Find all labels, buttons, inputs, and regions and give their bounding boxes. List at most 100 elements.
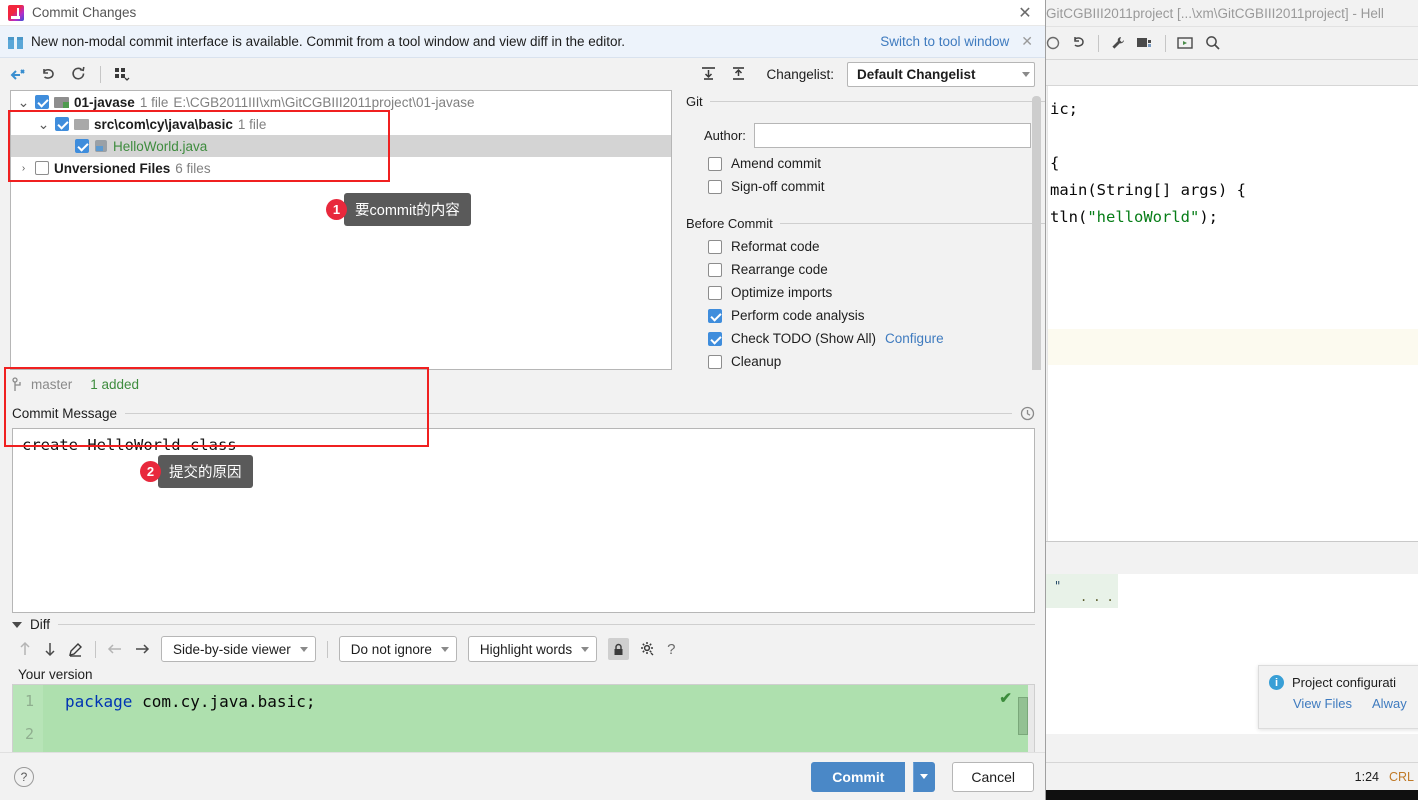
tree-collapse-arrow-icon[interactable]: › [17,163,30,174]
tree-row[interactable]: ⌄ 01-javase 1 file E:\CGB2011III\xm\GitCGBI… [11,91,671,113]
option-label: Amend commit [731,156,822,171]
close-icon[interactable]: ✕ [1013,1,1037,25]
option-label: Sign-off commit [731,179,825,194]
bg-notification-view-files-link[interactable]: View Files [1293,696,1352,711]
bg-tab-strip[interactable] [1040,60,1418,86]
option-checkbox[interactable] [708,331,722,346]
tree-row[interactable]: › Unversioned Files 6 files [11,157,671,179]
option-label: Check TODO (Show All) [731,331,877,346]
option-checkbox[interactable] [708,179,722,194]
switch-to-tool-window-link[interactable]: Switch to tool window [880,34,1009,49]
undo-icon[interactable] [1071,35,1087,51]
toolbar-separator [100,65,101,83]
collapse-all-icon[interactable] [730,66,747,82]
bg-caret-position[interactable]: 1:24 [1355,770,1379,784]
banner-close-icon[interactable]: ✕ [1017,33,1037,50]
history-clock-icon[interactable] [1020,406,1035,421]
commit-options-panel[interactable]: Git Author: Amend commit Sign-off commit … [672,90,1045,370]
bg-code-line: { [1050,154,1060,172]
bg-snippet-dots: ... [1080,590,1120,604]
dialog-title: Commit Changes [32,5,137,20]
changes-toolbar[interactable]: Changelist: Default Changelist [0,58,1045,90]
option-row[interactable]: Cleanup [708,354,1045,369]
bg-notification-always-link[interactable]: Alway [1372,696,1407,711]
expand-all-icon[interactable] [700,66,717,82]
changes-and-options: ⌄ 01-javase 1 file E:\CGB2011III\xm\GitCGBI… [0,90,1045,370]
arrow-left-icon[interactable] [107,642,123,656]
bg-code-line: tln("helloWorld"); [1050,208,1218,226]
annotation-1: 1 要commit的内容 [326,193,471,226]
edit-pencil-icon[interactable] [68,641,84,657]
author-input[interactable] [753,123,1031,148]
option-row[interactable]: Sign-off commit [708,179,1045,194]
revert-icon[interactable] [40,66,57,82]
run-icon[interactable] [1177,36,1194,50]
annotation-1-badge: 1 [326,199,347,220]
diff-toolbar[interactable]: Side-by-side viewer Do not ignore Highli… [0,632,1045,666]
ignore-mode-dropdown[interactable]: Do not ignore [338,636,457,662]
arrow-up-icon[interactable] [18,641,32,657]
highlight-mode-dropdown[interactable]: Highlight words [467,636,598,662]
tree-expand-arrow-icon[interactable]: ⌄ [37,117,50,131]
bg-line-separator[interactable]: CRL [1389,770,1414,784]
bg-code-editor[interactable]: ic; {main(String[] args) {tln("helloWorl… [1040,86,1418,541]
option-checkbox[interactable] [708,156,722,171]
option-checkbox[interactable] [708,239,722,254]
options-scrollbar-thumb[interactable] [1032,96,1041,370]
option-checkbox[interactable] [708,308,722,323]
git-section-header: Git [686,94,1045,109]
lock-icon[interactable] [608,638,630,660]
tree-row[interactable]: ⌄ src\com\cy\java\basic 1 file [11,113,671,135]
bg-taskbar [1040,790,1418,800]
arrow-down-icon[interactable] [43,641,57,657]
option-row[interactable]: Amend commit [708,156,1045,171]
changed-files-tree[interactable]: ⌄ 01-javase 1 file E:\CGB2011III\xm\GitCGBI… [10,90,672,370]
tree-expand-arrow-icon[interactable]: ⌄ [17,95,30,109]
commit-changes-dialog: Commit Changes ✕ New non-modal commit in… [0,0,1046,800]
cancel-button[interactable]: Cancel [952,761,1034,792]
refresh-icon[interactable] [70,66,87,82]
option-checkbox[interactable] [708,354,722,369]
project-icon[interactable] [1137,36,1154,50]
chevron-down-icon[interactable] [12,621,22,628]
option-row[interactable]: Rearrange code [708,262,1045,277]
bg-panel-strip [1040,542,1418,574]
highlight-mode-value: Highlight words [479,641,573,657]
group-by-icon[interactable] [114,66,131,82]
commit-button[interactable]: Commit [811,761,906,792]
tree-row-name: 01-javase [74,94,135,110]
arrow-right-icon[interactable] [134,642,150,656]
question-mark-icon[interactable]: ? [667,641,675,658]
option-checkbox[interactable] [708,285,722,300]
banner-message: New non-modal commit interface is availa… [31,34,626,49]
tree-row-count: 6 files [175,160,211,176]
gear-icon[interactable] [640,641,656,657]
show-diff-icon[interactable] [10,67,27,82]
bg-status-bar: 1:24 CRL [1040,762,1418,790]
option-row[interactable]: Check TODO (Show All) Configure [708,331,1045,346]
changelist-dropdown[interactable]: Default Changelist [847,61,1035,87]
tree-row-checkbox[interactable] [35,95,49,109]
help-button[interactable]: ? [14,766,34,787]
before-commit-section-label: Before Commit [686,216,773,231]
option-row[interactable]: Perform code analysis [708,308,1045,323]
bg-notification-popup[interactable]: i Project configurati View Files Alway [1258,665,1418,729]
tree-row-count: 1 file [139,94,169,110]
option-checkbox[interactable] [708,262,722,277]
wrench-icon[interactable] [1110,35,1126,51]
option-row[interactable]: Optimize imports [708,285,1045,300]
bg-circle-icon[interactable] [1046,36,1060,50]
search-icon[interactable] [1205,35,1221,51]
tree-row-checkbox[interactable] [55,117,69,131]
tree-row[interactable]: HelloWorld.java [11,135,671,157]
option-row[interactable]: Reformat code [708,239,1045,254]
bg-toolbar[interactable] [1040,26,1418,60]
tree-row-checkbox[interactable] [75,139,89,153]
viewer-mode-dropdown[interactable]: Side-by-side viewer [161,636,316,662]
option-configure-link[interactable]: Configure [885,331,944,346]
tree-row-checkbox[interactable] [35,161,49,175]
tree-row-count: 1 file [237,116,267,132]
diff-scrollbar-thumb[interactable] [1018,697,1028,735]
diff-toolbar-separator [95,640,96,658]
commit-dropdown-button[interactable] [913,761,936,792]
